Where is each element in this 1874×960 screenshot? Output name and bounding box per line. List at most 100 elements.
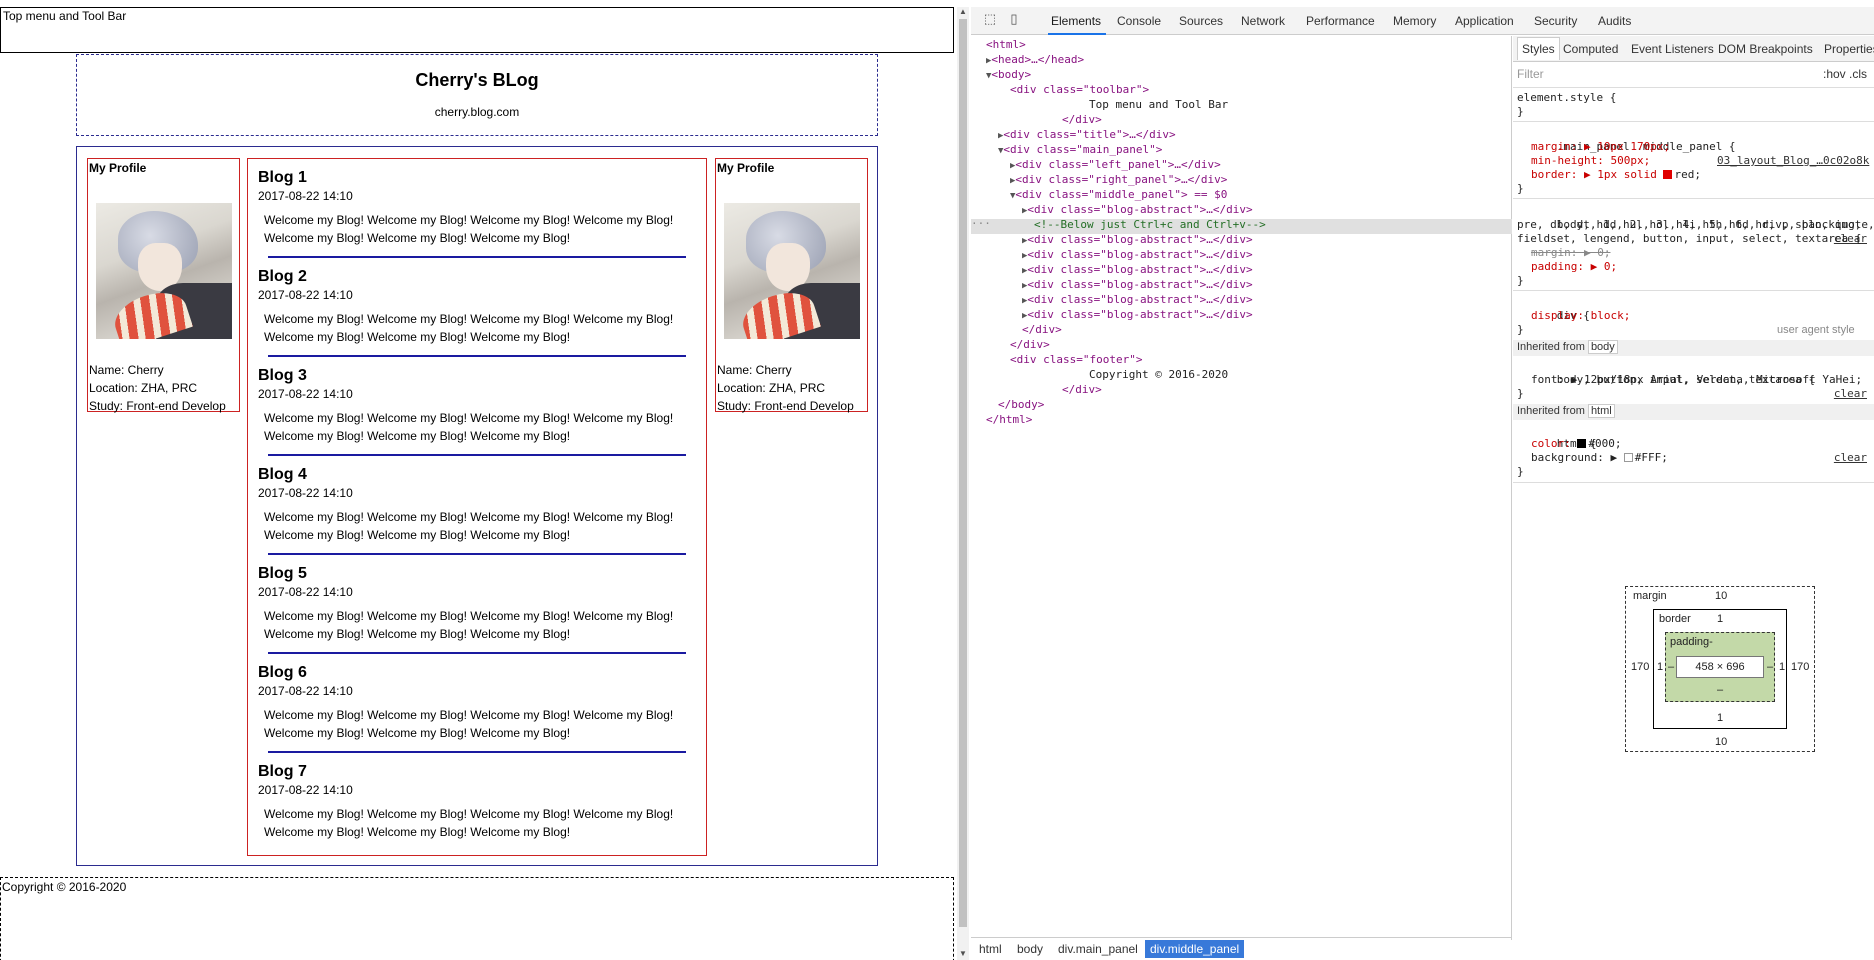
tab-performance[interactable]: Performance — [1306, 14, 1375, 28]
tab-dom-breakpoints[interactable]: DOM Breakpoints — [1718, 42, 1813, 56]
devtools-tabbar: ⬚ ▯ Elements Console Sources Network Per… — [971, 7, 1874, 35]
hov-cls-toggle[interactable]: :hov .cls — [1823, 67, 1867, 81]
source-link[interactable]: clear — [1834, 451, 1867, 465]
footer: Copyright © 2016-2020 — [0, 877, 954, 960]
devtools-panel: ⬚ ▯ Elements Console Sources Network Per… — [971, 0, 1874, 960]
box-model-content[interactable]: 458 × 696 — [1676, 656, 1764, 678]
margin-right-value: 170 — [1791, 661, 1810, 673]
inspect-icon[interactable]: ⬚ — [981, 11, 999, 29]
css-property[interactable]: background: ▶ #FFF; — [1531, 451, 1668, 465]
profile-name: Name: Cherry — [89, 363, 164, 377]
tab-computed[interactable]: Computed — [1563, 42, 1618, 56]
blog-text: Welcome my Blog! Welcome my Blog! Welcom… — [264, 411, 674, 443]
inherited-tag[interactable]: html — [1587, 404, 1615, 418]
dom-node[interactable]: <html> — [986, 37, 1026, 52]
blog-text: Welcome my Blog! Welcome my Blog! Welcom… — [264, 213, 674, 245]
blog-title[interactable]: Blog 3 — [258, 357, 696, 385]
styles-filter-input[interactable]: Filter :hov .cls — [1517, 67, 1867, 85]
css-property[interactable]: margin: ▶ 10px 170px; — [1531, 140, 1670, 154]
blog-title[interactable]: Blog 6 — [258, 654, 696, 682]
crumb-main-panel[interactable]: div.main_panel — [1058, 942, 1138, 956]
dom-comment[interactable]: <!--Below just Ctrl+c and Ctrl+v--> — [1034, 217, 1266, 232]
tab-sources[interactable]: Sources — [1179, 14, 1223, 28]
blog-abstract[interactable]: Blog 2 2017-08-22 14:10 Welcome my Blog!… — [258, 258, 696, 357]
css-property[interactable]: min-height: 500px; — [1531, 154, 1650, 168]
dom-node[interactable]: </div> — [1022, 322, 1062, 337]
blog-title[interactable]: Blog 4 — [258, 456, 696, 484]
blog-abstract[interactable]: Blog 7 2017-08-22 14:10 Welcome my Blog!… — [258, 753, 696, 852]
styles-pane: Styles Computed Event Listeners DOM Brea… — [1513, 36, 1874, 960]
crumb-body[interactable]: body — [1017, 942, 1043, 956]
dom-node[interactable]: </body> — [998, 397, 1044, 412]
source-link[interactable]: 03_layout_Blog_…0c02o8k — [1717, 154, 1869, 168]
blog-page: Top menu and Tool Bar Cherry's BLog cher… — [0, 0, 954, 960]
profile-heading: My Profile — [717, 161, 775, 175]
blog-abstract[interactable]: Blog 5 2017-08-22 14:10 Welcome my Blog!… — [258, 555, 696, 654]
blog-date: 2017-08-22 14:10 — [258, 189, 353, 203]
scroll-up-icon[interactable]: ▲ — [959, 7, 967, 16]
blog-text: Welcome my Blog! Welcome my Blog! Welcom… — [264, 609, 674, 641]
blog-title[interactable]: Blog 7 — [258, 753, 696, 781]
color-swatch-icon[interactable] — [1663, 170, 1673, 179]
padding-left-value: – — [1668, 661, 1675, 673]
tab-memory[interactable]: Memory — [1393, 14, 1436, 28]
margin-left-value: 170 — [1631, 661, 1650, 673]
crumb-html[interactable]: html — [979, 942, 1002, 956]
blog-title[interactable]: Blog 5 — [258, 555, 696, 583]
css-property[interactable]: padding: ▶ 0; — [1531, 260, 1617, 274]
dom-node[interactable]: </div> — [1062, 382, 1102, 397]
dom-node[interactable]: <div class="footer"> — [1010, 352, 1142, 367]
color-swatch-icon[interactable] — [1577, 439, 1587, 448]
blog-abstract[interactable]: Blog 1 2017-08-22 14:10 Welcome my Blog!… — [258, 159, 696, 258]
middle-panel: Blog 1 2017-08-22 14:10 Welcome my Blog!… — [247, 158, 707, 856]
margin-bottom-value: 10 — [1715, 736, 1728, 748]
padding-right-value: – — [1767, 661, 1774, 673]
blog-abstract[interactable]: Blog 3 2017-08-22 14:10 Welcome my Blog!… — [258, 357, 696, 456]
dom-node[interactable]: </div> — [1062, 112, 1102, 127]
scroll-down-icon[interactable]: ▼ — [959, 949, 967, 958]
profile-study: Study: Front-end Develop — [89, 399, 226, 413]
tab-security[interactable]: Security — [1534, 14, 1577, 28]
profile-name: Name: Cherry — [717, 363, 792, 377]
tab-application[interactable]: Application — [1455, 14, 1514, 28]
tab-elements[interactable]: Elements — [1051, 14, 1101, 28]
tab-console[interactable]: Console — [1117, 14, 1161, 28]
tab-properties[interactable]: Properties — [1824, 42, 1874, 56]
blog-date: 2017-08-22 14:10 — [258, 783, 353, 797]
toolbar[interactable]: Top menu and Tool Bar — [0, 7, 954, 53]
profile-study: Study: Front-end Develop — [717, 399, 854, 413]
rule-close: } — [1517, 323, 1524, 336]
rule-selector[interactable]: pre, dl, dt, dd, ul, ol, li, th, td, div… — [1517, 218, 1861, 232]
inherited-tag[interactable]: body — [1587, 340, 1618, 354]
source-link[interactable]: clear — [1834, 387, 1867, 401]
rule-selector[interactable]: element.style { — [1517, 91, 1616, 105]
blog-title[interactable]: Blog 1 — [258, 159, 696, 187]
color-swatch-icon[interactable] — [1623, 453, 1633, 462]
dom-node[interactable]: </div> — [1010, 337, 1050, 352]
dom-node[interactable]: </html> — [986, 412, 1032, 427]
tab-audits[interactable]: Audits — [1598, 14, 1631, 28]
tab-styles[interactable]: Styles — [1517, 37, 1560, 60]
profile-info: Name: Cherry Location: ZHA, PRC Study: F… — [89, 361, 238, 415]
css-property-overridden[interactable]: margin: ▶ 0; — [1531, 246, 1610, 260]
blog-abstract[interactable]: Blog 6 2017-08-22 14:10 Welcome my Blog!… — [258, 654, 696, 753]
css-property[interactable]: border: ▶ 1px solid red; — [1531, 168, 1701, 182]
css-property[interactable]: font: ▶ 12px/18px Arial, Verdana, Micros… — [1531, 373, 1862, 387]
rule-selector[interactable]: fieldset, lengend, button, input, select… — [1517, 232, 1861, 246]
breadcrumb: html body div.main_panel div.middle_pane… — [971, 937, 1512, 960]
blog-abstract[interactable]: Blog 4 2017-08-22 14:10 Welcome my Blog!… — [258, 456, 696, 555]
profile-info: Name: Cherry Location: ZHA, PRC Study: F… — [717, 361, 866, 415]
blog-text: Welcome my Blog! Welcome my Blog! Welcom… — [264, 312, 674, 344]
more-icon[interactable]: ··· — [971, 216, 991, 231]
rule-close: } — [1517, 182, 1524, 195]
css-property[interactable]: color: #000; — [1531, 437, 1621, 451]
page-scrollbar[interactable]: ▲ ▼ — [957, 7, 969, 960]
crumb-middle-panel[interactable]: div.middle_panel — [1145, 940, 1245, 958]
tab-network[interactable]: Network — [1241, 14, 1285, 28]
scrollbar-thumb[interactable] — [959, 19, 967, 927]
blog-title[interactable]: Blog 2 — [258, 258, 696, 286]
dom-node[interactable]: <div class="toolbar"> — [1010, 82, 1149, 97]
rule-close: } — [1517, 274, 1524, 287]
device-toggle-icon[interactable]: ▯ — [1005, 11, 1023, 29]
tab-event-listeners[interactable]: Event Listeners — [1631, 42, 1714, 56]
